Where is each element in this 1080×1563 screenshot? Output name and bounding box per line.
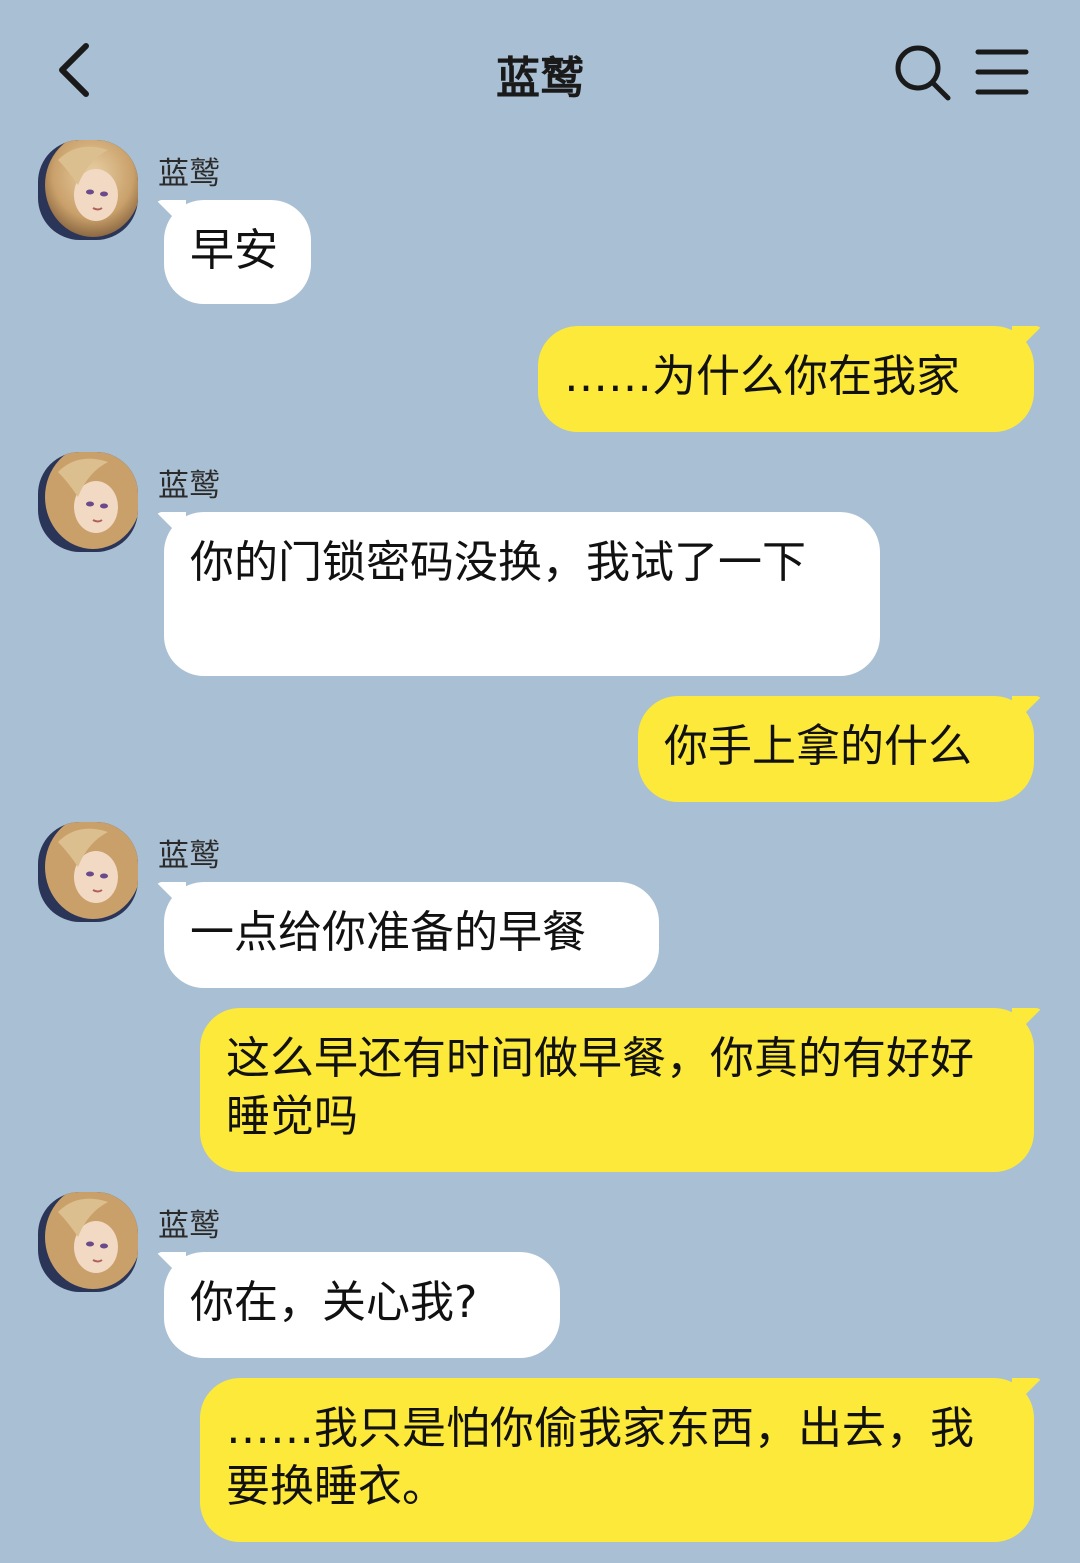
sender-name: 蓝鹫 [158, 468, 220, 504]
message-text: ……为什么你在我家 [564, 351, 960, 402]
message-bubble-outgoing[interactable]: 这么早还有时间做早餐，你真的有好好睡觉吗 [200, 1008, 1034, 1172]
avatar[interactable] [38, 452, 138, 552]
message-text: 你手上拿的什么 [664, 721, 972, 772]
message-bubble-incoming[interactable]: 一点给你准备的早餐 [164, 882, 659, 988]
search-icon [895, 45, 951, 101]
chat-header: 蓝鹫 [0, 0, 1080, 140]
message-bubble-outgoing[interactable]: 你手上拿的什么 [638, 696, 1034, 802]
message-text: 一点给你准备的早餐 [190, 907, 586, 958]
avatar-image [38, 140, 138, 240]
sender-name: 蓝鹫 [158, 838, 220, 874]
avatar-image [38, 452, 138, 552]
message-text: 你的门锁密码没换，我试了一下 [190, 537, 806, 588]
message-text: 早安 [190, 225, 278, 276]
message-text: 你在，关心我? [190, 1277, 478, 1328]
message-bubble-outgoing[interactable]: ……我只是怕你偷我家东西，出去，我要换睡衣。 [200, 1378, 1034, 1542]
message-bubble-incoming[interactable]: 早安 [164, 200, 311, 304]
sender-name: 蓝鹫 [158, 1208, 220, 1244]
search-button[interactable] [890, 40, 954, 104]
menu-button[interactable] [972, 44, 1032, 100]
message-bubble-incoming[interactable]: 你在，关心我? [164, 1252, 560, 1358]
avatar[interactable] [38, 140, 138, 240]
sender-name: 蓝鹫 [158, 156, 220, 192]
avatar-image [38, 822, 138, 922]
avatar[interactable] [38, 1192, 138, 1292]
message-text: ……我只是怕你偷我家东西，出去，我要换睡衣。 [226, 1403, 974, 1512]
avatar[interactable] [38, 822, 138, 922]
message-bubble-outgoing[interactable]: ……为什么你在我家 [538, 326, 1034, 432]
menu-icon [975, 49, 1029, 95]
message-text: 这么早还有时间做早餐，你真的有好好睡觉吗 [226, 1033, 974, 1142]
avatar-image [38, 1192, 138, 1292]
message-bubble-incoming[interactable]: 你的门锁密码没换，我试了一下 [164, 512, 880, 676]
